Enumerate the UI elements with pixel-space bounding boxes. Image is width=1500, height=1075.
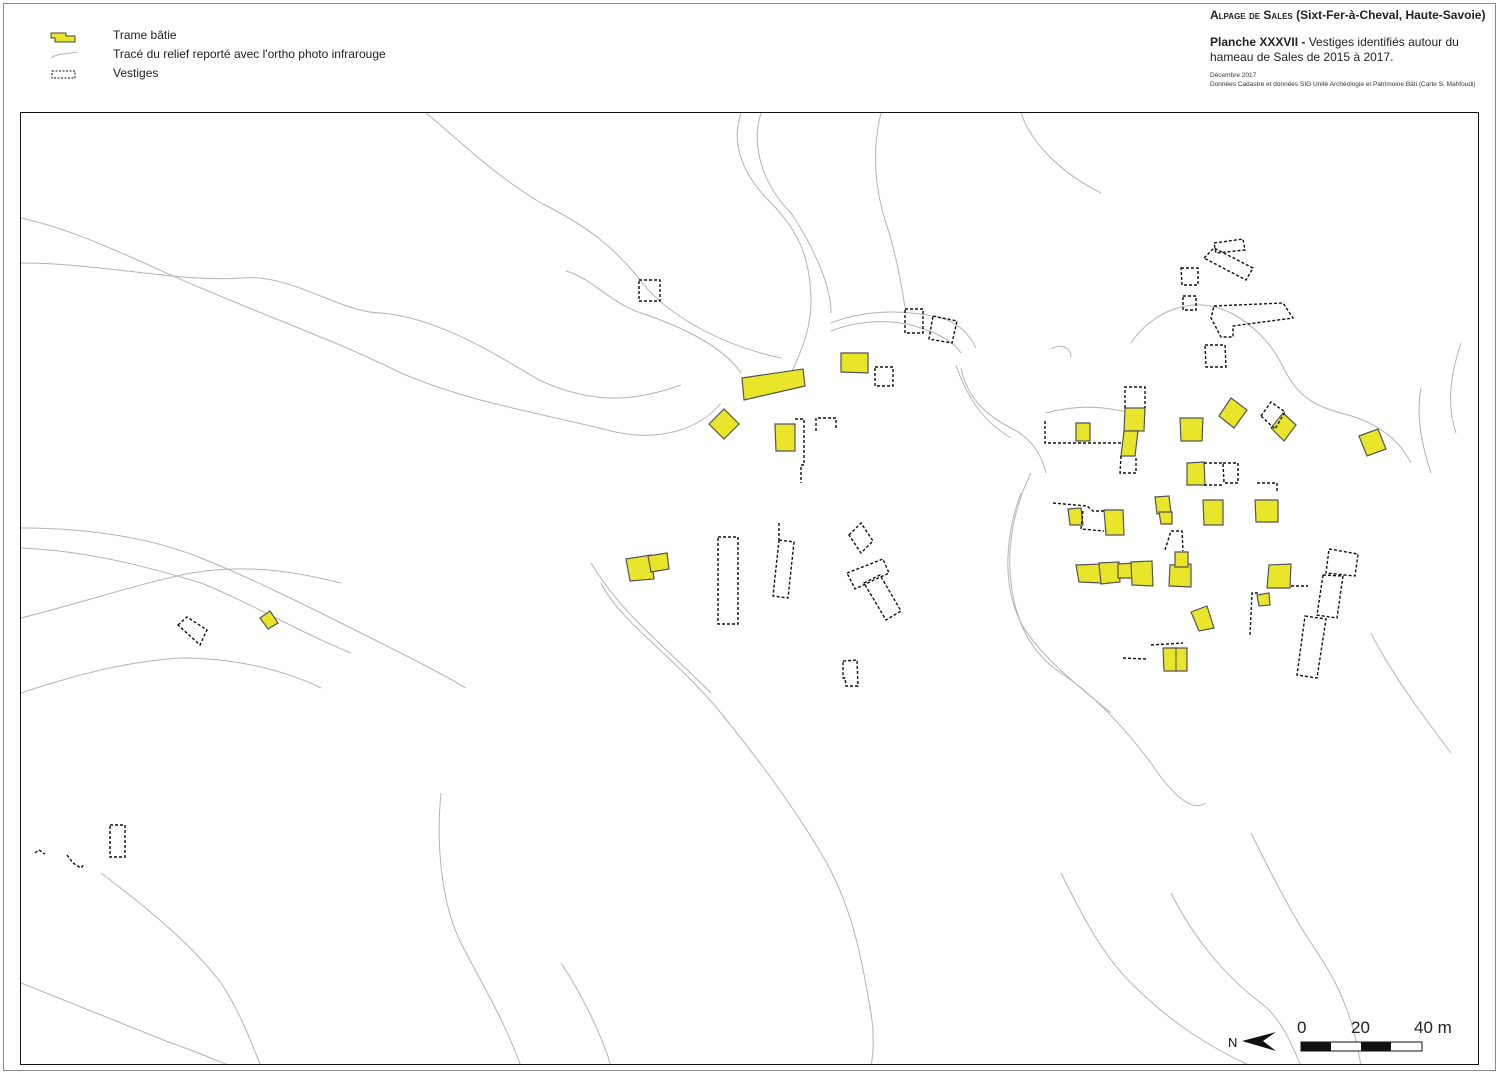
vestige bbox=[842, 659, 859, 687]
vestige bbox=[815, 417, 837, 431]
built-structure bbox=[708, 408, 740, 440]
built-structure bbox=[1266, 563, 1292, 589]
vestige bbox=[928, 315, 958, 344]
vestige bbox=[1150, 642, 1184, 646]
vestige bbox=[1316, 574, 1344, 619]
built-structure bbox=[1186, 461, 1206, 486]
vestige bbox=[1210, 302, 1295, 338]
date-text: Décembre 2017 bbox=[1210, 72, 1257, 79]
built-structure bbox=[840, 352, 869, 374]
vestige bbox=[1164, 530, 1184, 552]
vestige bbox=[1296, 615, 1327, 679]
built-structures bbox=[259, 352, 1387, 672]
vestige bbox=[1124, 386, 1146, 408]
built-structure bbox=[1179, 417, 1204, 442]
built-structure bbox=[1158, 511, 1173, 525]
built-structure bbox=[259, 610, 279, 630]
built-swatch-icon bbox=[50, 32, 76, 43]
vestige bbox=[1180, 267, 1199, 286]
vestige bbox=[1325, 548, 1359, 577]
vestiges bbox=[34, 238, 1359, 869]
built-structure bbox=[774, 423, 796, 452]
scale-bar: N 0 20 40 m bbox=[1220, 1015, 1470, 1060]
built-structure bbox=[1103, 509, 1125, 536]
map-frame bbox=[20, 112, 1479, 1065]
vestige bbox=[109, 824, 126, 858]
credits-text: Données Cadastre et données SIG Unité Ar… bbox=[1210, 81, 1476, 88]
vestige bbox=[848, 521, 874, 555]
built-structure bbox=[1256, 592, 1271, 607]
map-canvas bbox=[21, 113, 1462, 1064]
built-structure bbox=[741, 368, 806, 401]
built-structure bbox=[1123, 407, 1146, 432]
built-structure bbox=[1202, 499, 1224, 526]
vestige bbox=[717, 536, 739, 625]
built-structure bbox=[1098, 561, 1121, 585]
vestige bbox=[1202, 247, 1254, 281]
built-structure bbox=[1130, 560, 1154, 587]
vestige bbox=[1213, 238, 1246, 254]
vestige bbox=[1119, 455, 1137, 474]
vestige bbox=[1122, 657, 1147, 660]
map-title: Alpage de Sales (Sixt-Fer-à-Cheval, Haut… bbox=[1210, 8, 1486, 22]
vestige bbox=[1080, 510, 1105, 532]
legend-label: Vestiges bbox=[113, 66, 159, 80]
legend-label: Trame bâtie bbox=[113, 28, 177, 42]
built-structure bbox=[1254, 499, 1279, 523]
built-structure bbox=[1190, 605, 1215, 632]
vestige bbox=[846, 558, 890, 590]
plate-caption: Planche XXXVII - Vestiges identifiés aut… bbox=[1210, 35, 1459, 64]
built-structure bbox=[1218, 397, 1248, 429]
vestige bbox=[874, 366, 894, 387]
vestige bbox=[34, 849, 46, 855]
vestige bbox=[772, 539, 795, 599]
legend-label: Tracé du relief reporté avec l'ortho pho… bbox=[113, 47, 386, 61]
built-structure bbox=[1075, 422, 1091, 442]
relief-line-icon bbox=[50, 51, 78, 59]
vestige bbox=[1182, 295, 1197, 311]
scale-label-0: 0 bbox=[1297, 1018, 1307, 1037]
vestige-swatch-icon bbox=[51, 70, 76, 79]
built-structure bbox=[1120, 430, 1139, 457]
vestige bbox=[1257, 482, 1278, 493]
vestige bbox=[66, 854, 85, 869]
built-structure bbox=[1067, 507, 1084, 526]
built-structure bbox=[1154, 495, 1172, 515]
title-block: Alpage de Sales (Sixt-Fer-à-Cheval, Haut… bbox=[1210, 8, 1492, 89]
built-structure bbox=[1075, 563, 1103, 584]
scale-label-20: 20 bbox=[1351, 1018, 1370, 1037]
vestige bbox=[1222, 462, 1239, 484]
svg-text:N: N bbox=[1228, 1035, 1237, 1050]
scale-bar-graphic bbox=[1300, 1041, 1423, 1052]
vestige bbox=[795, 418, 805, 483]
relief-lines bbox=[21, 113, 1462, 1064]
vestige bbox=[176, 616, 208, 647]
scale-label-40: 40 m bbox=[1414, 1018, 1452, 1037]
built-structure bbox=[1270, 412, 1297, 442]
built-structure bbox=[1162, 647, 1188, 672]
vestige bbox=[1204, 344, 1227, 368]
built-structure bbox=[647, 552, 670, 573]
built-structure bbox=[1174, 551, 1189, 568]
built-structure bbox=[1358, 428, 1387, 457]
